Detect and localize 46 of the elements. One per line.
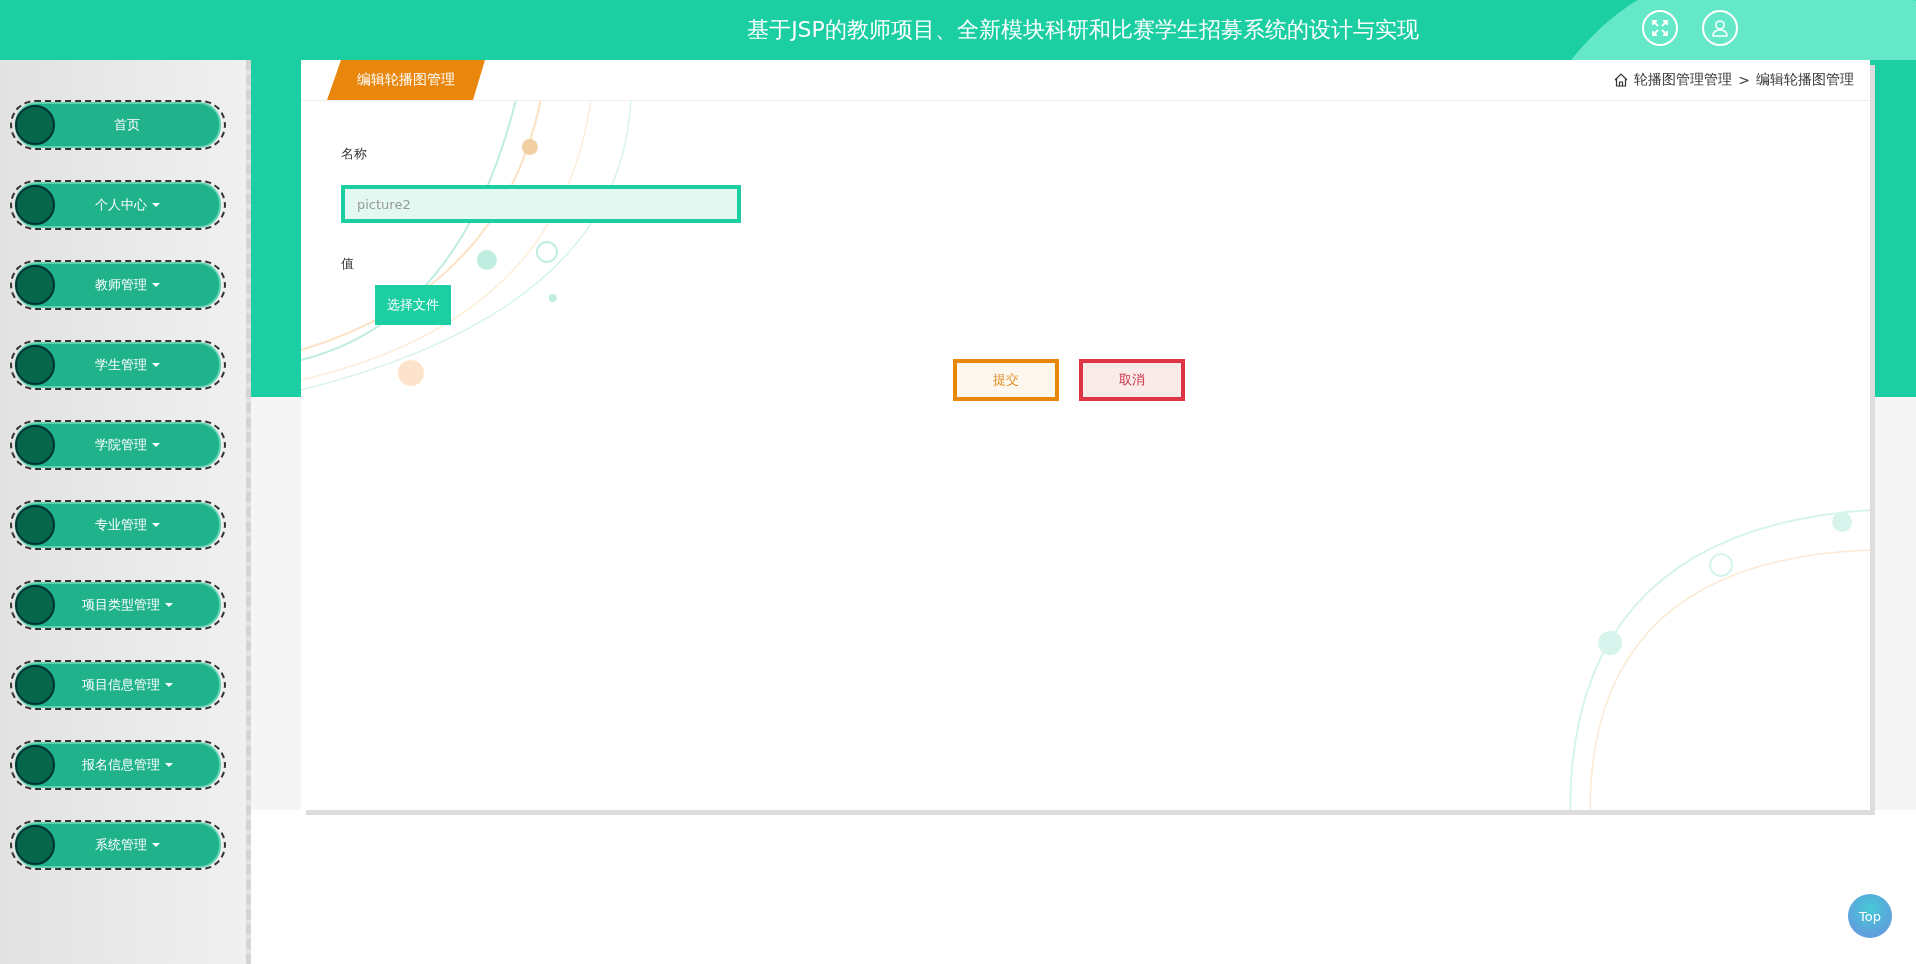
menu-label[interactable]: 学生管理 bbox=[94, 356, 147, 374]
home-icon[interactable] bbox=[1614, 73, 1629, 87]
menu-label[interactable]: 报名信息管理 bbox=[81, 756, 160, 774]
submit-button[interactable]: 提交 bbox=[952, 359, 1059, 401]
menu-item[interactable]: 报名信息管理 bbox=[15, 742, 221, 788]
menu-item[interactable]: 学院管理 bbox=[15, 422, 221, 468]
user-button[interactable] bbox=[1702, 10, 1738, 46]
menu-item[interactable]: 学生管理 bbox=[15, 342, 221, 388]
breadcrumb-link[interactable]: 编辑轮播图管理 bbox=[1756, 71, 1854, 89]
field-label: 值 bbox=[341, 255, 355, 273]
menu-dot-icon bbox=[15, 585, 55, 625]
menu-dot-icon bbox=[15, 105, 55, 145]
menu-item[interactable]: 项目类型管理 bbox=[15, 582, 221, 628]
breadcrumb-separator: > bbox=[1738, 72, 1750, 88]
text-field[interactable]: picture2 bbox=[341, 185, 741, 223]
menu-label[interactable]: 专业管理 bbox=[94, 516, 147, 534]
menu-dot-icon bbox=[15, 425, 55, 465]
menu-dot-icon bbox=[15, 505, 55, 545]
menu-dot-icon bbox=[15, 825, 55, 865]
fullscreen-button[interactable] bbox=[1642, 10, 1678, 46]
menu-item[interactable]: 首页 bbox=[15, 102, 221, 148]
menu-item[interactable]: 教师管理 bbox=[15, 262, 221, 308]
menu-dot-icon bbox=[15, 745, 55, 785]
menu-label[interactable]: 项目信息管理 bbox=[81, 676, 160, 694]
choose-file-button[interactable]: 选择文件 bbox=[375, 285, 451, 325]
menu-item[interactable]: 项目信息管理 bbox=[15, 662, 221, 708]
user-icon bbox=[1711, 19, 1729, 37]
page-title: 基于JSP的教师项目、全新模块科研和比赛学生招募系统的设计与实现 bbox=[747, 16, 1419, 44]
menu-item[interactable]: 专业管理 bbox=[15, 502, 221, 548]
breadcrumb-link[interactable]: 轮播图管理管理 bbox=[1634, 71, 1733, 89]
cancel-button[interactable]: 取消 bbox=[1078, 359, 1185, 401]
page-tab[interactable]: 编辑轮播图管理 bbox=[327, 60, 485, 100]
menu-label[interactable]: 系统管理 bbox=[94, 836, 147, 854]
menu-dot-icon bbox=[15, 185, 55, 225]
field-label: 名称 bbox=[341, 145, 368, 163]
menu-dot-icon bbox=[15, 665, 55, 705]
menu-label[interactable]: 首页 bbox=[114, 116, 140, 134]
menu-dot-icon bbox=[15, 265, 55, 305]
menu-item[interactable]: 个人中心 bbox=[15, 182, 221, 228]
menu-label[interactable]: 项目类型管理 bbox=[81, 596, 160, 614]
expand-icon bbox=[1651, 19, 1669, 37]
menu-item[interactable]: 系统管理 bbox=[15, 822, 221, 868]
menu-label[interactable]: 学院管理 bbox=[94, 436, 147, 454]
menu-dot-icon bbox=[15, 345, 55, 385]
menu-label[interactable]: 个人中心 bbox=[94, 196, 147, 214]
menu-label[interactable]: 教师管理 bbox=[94, 276, 147, 294]
